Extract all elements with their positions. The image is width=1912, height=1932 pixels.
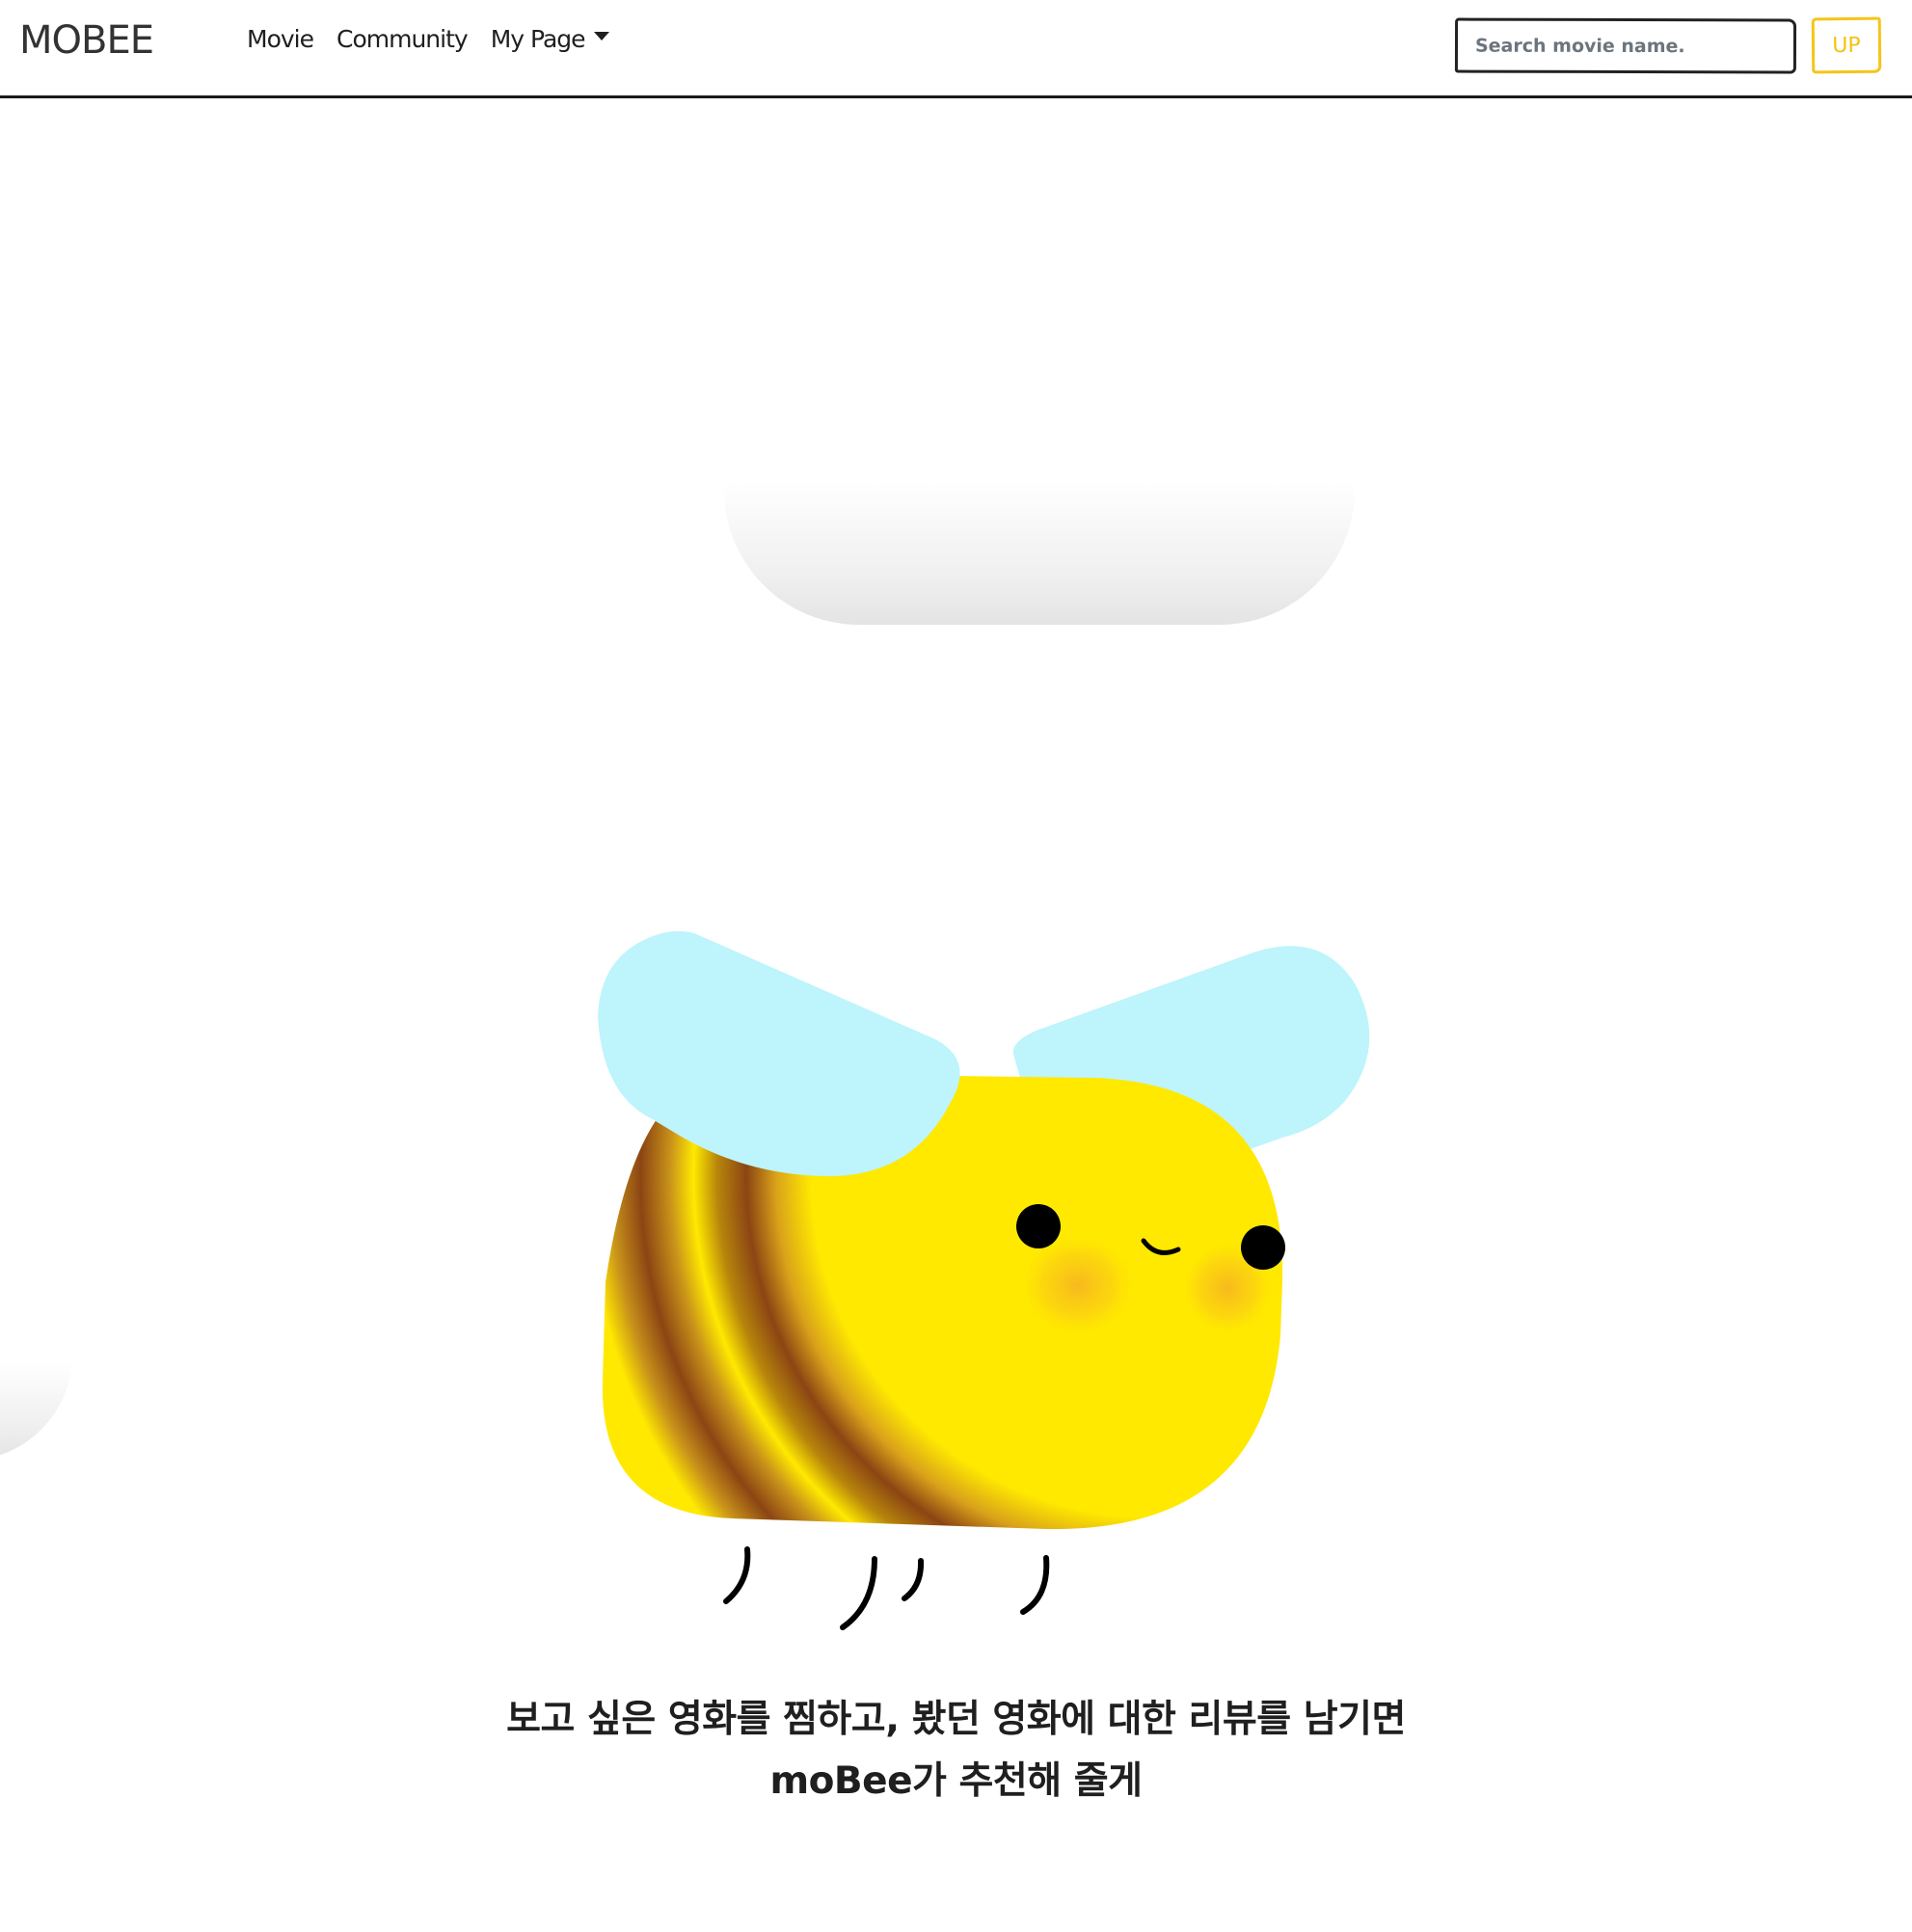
hero-message: 보고 싶은 영화를 찜하고, 봤던 영화에 대한 리뷰를 남기면 moBee가 …: [0, 1689, 1912, 1812]
bee-leg-4: [1020, 1555, 1050, 1615]
bee-eye-left: [1016, 1204, 1061, 1248]
bee-mascot: [598, 930, 1370, 1630]
bee-leg-1: [723, 1546, 751, 1604]
bee-leg-2: [840, 1556, 877, 1630]
hero-message-line-1: 보고 싶은 영화를 찜하고, 봤던 영화에 대한 리뷰를 남기면: [506, 1698, 1406, 1741]
hero-message-line-2: moBee가 추천해 줄게: [769, 1759, 1144, 1803]
bee-eye-right: [1241, 1225, 1285, 1270]
landing-page: MOBEE Movie Community My Page UP: [0, 0, 1912, 1932]
bee-leg-3: [902, 1558, 925, 1601]
